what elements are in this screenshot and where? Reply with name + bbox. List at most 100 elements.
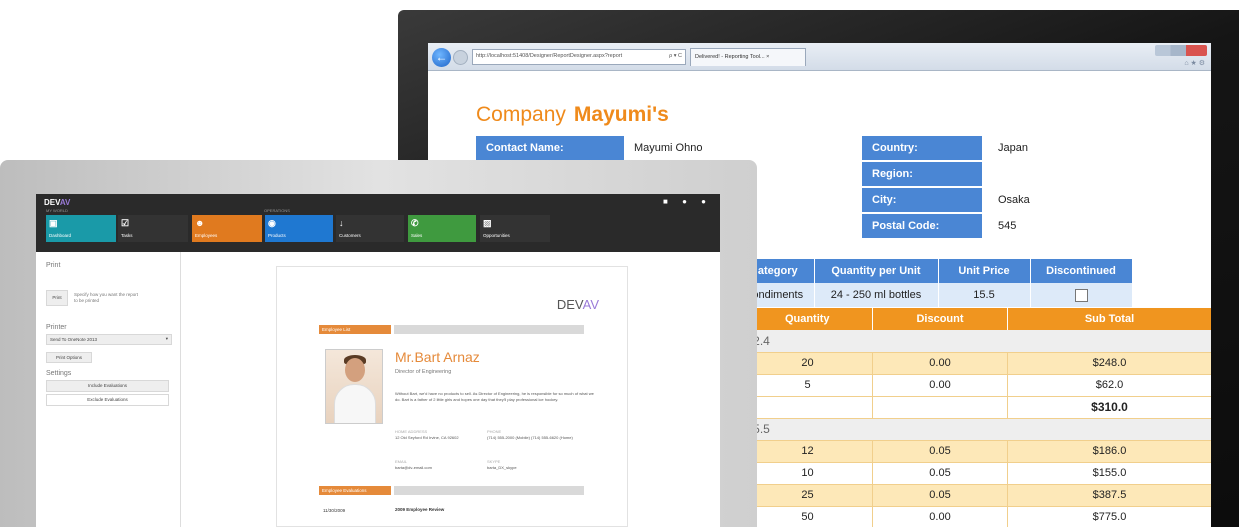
contact-name-label: Contact Name: [476,136,624,162]
browser-system-icons[interactable]: ⌂ ★ ⚙ [1184,59,1205,67]
tile-customers[interactable]: ↓ Customers [336,215,404,242]
empty-cell [872,395,1008,419]
printer-select[interactable]: Send To OneNote 2013 ▾ [46,334,172,345]
logo-part: AV [582,297,599,312]
group-header: 15.5 [742,418,1211,440]
tasks-icon: ☑ [121,218,130,228]
front-laptop: DEVAV ■ ● ● MY WORLD OPERATIONS ▣ Dashboa… [0,160,757,527]
contact-name-value: Mayumi Ohno [634,142,703,154]
employee-photo [325,349,383,424]
country-value: Japan [998,142,1028,154]
photo-body [334,384,376,423]
discount-cell: 0.00 [872,505,1008,527]
forward-icon[interactable] [453,50,468,65]
order-header: Quantity [742,308,873,330]
tile-sales[interactable]: ✆ Sales [408,215,476,242]
window-controls[interactable]: ■ ● ● [663,197,712,206]
tile-label: Opportunities [483,233,510,238]
print-title: Print [46,262,61,269]
logo-part: DEV [556,297,583,312]
subtotal-cell: $775.0 [1007,505,1211,527]
home-address-field: HOME ADDRESS 12 Old Seyford Rd Irvine, CA… [395,429,475,441]
section-divider [394,486,584,495]
discontinued-checkbox[interactable] [1074,288,1088,302]
group-header: 12.4 [742,330,1211,352]
customers-icon: ↓ [339,218,344,228]
employee-bio: Without Bart, we'd have no products to s… [395,391,594,402]
subtotal-cell: $387.5 [1007,483,1211,507]
field-value: (714) 555-2000 (Mobile) (714) 555-6620 (… [487,435,573,440]
include-evaluations-button[interactable]: Include Evaluations [46,380,169,392]
product-header: Discontinued [1030,259,1133,283]
address-url: http://localhost:51408/Designer/ReportDe… [476,53,623,59]
phone-field: PHONE (714) 555-2000 (Mobile) (714) 555-6… [487,429,577,441]
devav-window: DEVAV ■ ● ● MY WORLD OPERATIONS ▣ Dashboa… [36,194,720,527]
country-label: Country: [862,136,982,162]
city-value: Osaka [998,194,1030,206]
devav-doc-logo: DEVAV [557,297,599,312]
table-row: 5 0.00 $62.0 [742,373,1211,397]
window-controls[interactable] [1155,45,1207,56]
address-bar[interactable]: http://localhost:51408/Designer/ReportDe… [472,49,686,65]
employee-title: Director of Engineering [395,369,452,375]
my-world-caption: MY WORLD [46,208,68,213]
tile-products[interactable]: ◉ Products [265,215,333,242]
subtotal-cell: $62.0 [1007,373,1211,397]
print-panel: Print Print Specify how you want the rep… [36,252,181,527]
tile-dashboard[interactable]: ▣ Dashboard [46,215,116,242]
logo-part: DEV [44,198,60,207]
discount-cell: 0.05 [872,483,1008,507]
table-row: 20 0.00 $248.0 [742,351,1211,375]
print-button[interactable]: Print [46,290,68,306]
qty-cell: 50 [742,505,873,527]
postal-code-value: 545 [998,220,1017,232]
products-icon: ◉ [268,218,276,228]
subtotal-cell: $248.0 [1007,351,1211,375]
address-controls[interactable]: ρ ▾ C [669,53,682,59]
group-total: $310.0 [1007,395,1211,419]
product-header: Quantity per Unit [814,259,939,283]
print-hint: Specify how you want the report to be pr… [74,292,139,303]
tile-opportunities[interactable]: ▨ Opportunities [480,215,550,242]
region-label: Region: [862,162,982,188]
exclude-evaluations-button[interactable]: Exclude Evaluations [46,394,169,406]
product-header: Unit Price [938,259,1031,283]
qty-cell: 10 [742,461,873,485]
eval-date: 11/30/2009 [323,508,346,513]
opportunities-icon: ▨ [483,218,492,228]
table-row: $310.0 [742,395,1211,419]
operations-caption: OPERATIONS [264,208,290,213]
product-cell: 24 - 250 ml bottles [814,283,939,307]
tile-tasks[interactable]: ☑ Tasks [118,215,188,242]
printer-title: Printer [46,324,67,331]
field-value: 12 Old Seyford Rd Irvine, CA 92602 [395,435,459,440]
field-value: barta@dv-email.com [395,465,432,470]
discount-cell: 0.00 [872,373,1008,397]
chevron-down-icon: ▾ [165,336,168,341]
employee-name: Mr.Bart Arnaz [395,349,480,365]
devav-ribbon: DEVAV ■ ● ● MY WORLD OPERATIONS ▣ Dashboa… [36,194,720,252]
settings-title: Settings [46,370,72,377]
table-row: 10 0.05 $155.0 [742,461,1211,485]
employees-icon: ☻ [195,218,205,228]
product-cell [1030,283,1133,307]
email-field: EMAIL barta@dv-email.com [395,459,475,471]
table-row: 12 0.05 $186.0 [742,439,1211,463]
tile-employees[interactable]: ☻ Employees [192,215,262,242]
order-header: Discount [872,308,1008,330]
tile-label: Employees [195,233,218,238]
browser-tab[interactable]: Delivered! - Reporting Tool... × [690,48,806,66]
discount-cell: 0.05 [872,461,1008,485]
print-options-button[interactable]: Print Options [46,352,92,363]
postal-code-label: Postal Code: [862,214,982,240]
tile-label: Sales [411,233,423,238]
employee-list-section: Employee List [319,325,391,334]
table-row: 50 0.00 $775.0 [742,505,1211,527]
devav-logo: DEVAV [44,198,70,207]
product-cell: 15.5 [938,283,1031,307]
order-header: Sub Total [1007,308,1211,330]
back-arrow-icon[interactable]: ← [432,48,451,67]
tile-label: Dashboard [49,233,72,238]
company-heading: Company Mayumi's [476,103,669,127]
city-label: City: [862,188,982,214]
